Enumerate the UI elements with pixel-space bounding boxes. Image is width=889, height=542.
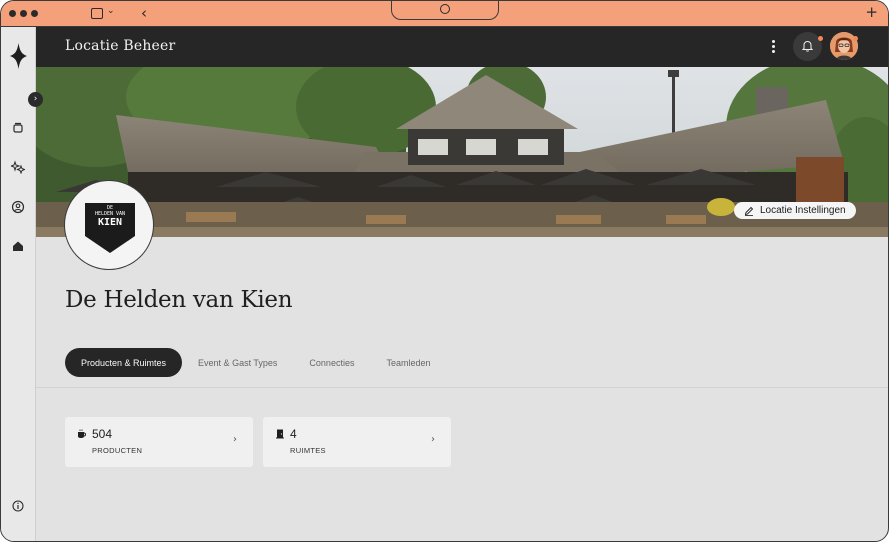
tab-producten-ruimtes[interactable]: Producten & Ruimtes bbox=[65, 348, 183, 377]
home-icon[interactable] bbox=[11, 239, 25, 253]
info-icon[interactable] bbox=[11, 499, 25, 513]
tab-event-gast-types[interactable]: Event & Gast Types bbox=[182, 348, 293, 377]
rooms-count: 4 bbox=[290, 427, 297, 441]
chevron-right-icon: › bbox=[233, 434, 237, 445]
venue-name: De Helden van Kien bbox=[65, 287, 293, 313]
chevron-right-icon: › bbox=[431, 434, 435, 445]
venue-logo: DE HELDEN VAN KIEN bbox=[64, 180, 154, 270]
tab-connecties[interactable]: Connecties bbox=[293, 348, 370, 377]
sidebar-collapse-chevron-icon[interactable]: › bbox=[28, 92, 43, 107]
camera-notch bbox=[391, 1, 499, 20]
window-maximize-dot[interactable] bbox=[31, 10, 38, 17]
location-settings-label: Locatie Instellingen bbox=[760, 205, 846, 216]
venue-logo-badge: DE HELDEN VAN KIEN bbox=[84, 202, 136, 254]
window-controls[interactable] bbox=[9, 10, 38, 17]
top-header: Locatie Beheer bbox=[36, 27, 888, 67]
products-label: PRODUCTEN bbox=[92, 446, 143, 455]
window-close-dot[interactable] bbox=[9, 10, 16, 17]
section-tabs: Producten & Ruimtes Event & Gast Types C… bbox=[65, 348, 446, 377]
sparkle-icon[interactable] bbox=[11, 160, 25, 174]
window-minimize-dot[interactable] bbox=[20, 10, 27, 17]
avatar-status-dot bbox=[853, 36, 858, 41]
more-options-icon[interactable] bbox=[772, 40, 776, 54]
cup-icon[interactable] bbox=[11, 121, 25, 135]
rooms-label: RUIMTES bbox=[290, 446, 326, 455]
rooms-stat-card[interactable]: 4 RUIMTES › bbox=[263, 417, 451, 467]
page-header-title: Locatie Beheer bbox=[65, 38, 176, 54]
products-count: 504 bbox=[92, 427, 113, 441]
camera-icon bbox=[440, 4, 450, 14]
back-arrow-icon[interactable]: ‹ bbox=[141, 4, 147, 22]
location-settings-button[interactable]: Locatie Instellingen bbox=[734, 202, 856, 219]
tab-teamleden[interactable]: Teamleden bbox=[370, 348, 446, 377]
door-icon bbox=[276, 429, 284, 439]
logo-text-line3: KIEN bbox=[97, 217, 123, 228]
bell-icon bbox=[802, 40, 813, 52]
pencil-icon bbox=[744, 206, 754, 216]
notification-indicator bbox=[818, 36, 823, 41]
brand-logo-icon[interactable] bbox=[10, 43, 27, 69]
tabs-divider bbox=[36, 387, 888, 388]
app-window: ⌄ ‹ + › Locatie Beheer Locatie Instellin… bbox=[0, 0, 889, 542]
chevron-down-icon[interactable]: ⌄ bbox=[107, 6, 115, 16]
user-icon[interactable] bbox=[11, 200, 25, 214]
products-stat-card[interactable]: 504 PRODUCTEN › bbox=[65, 417, 253, 467]
new-tab-plus-icon[interactable]: + bbox=[865, 3, 878, 21]
coffee-cup-icon bbox=[78, 429, 86, 438]
tab-overview-icon[interactable] bbox=[91, 8, 103, 19]
